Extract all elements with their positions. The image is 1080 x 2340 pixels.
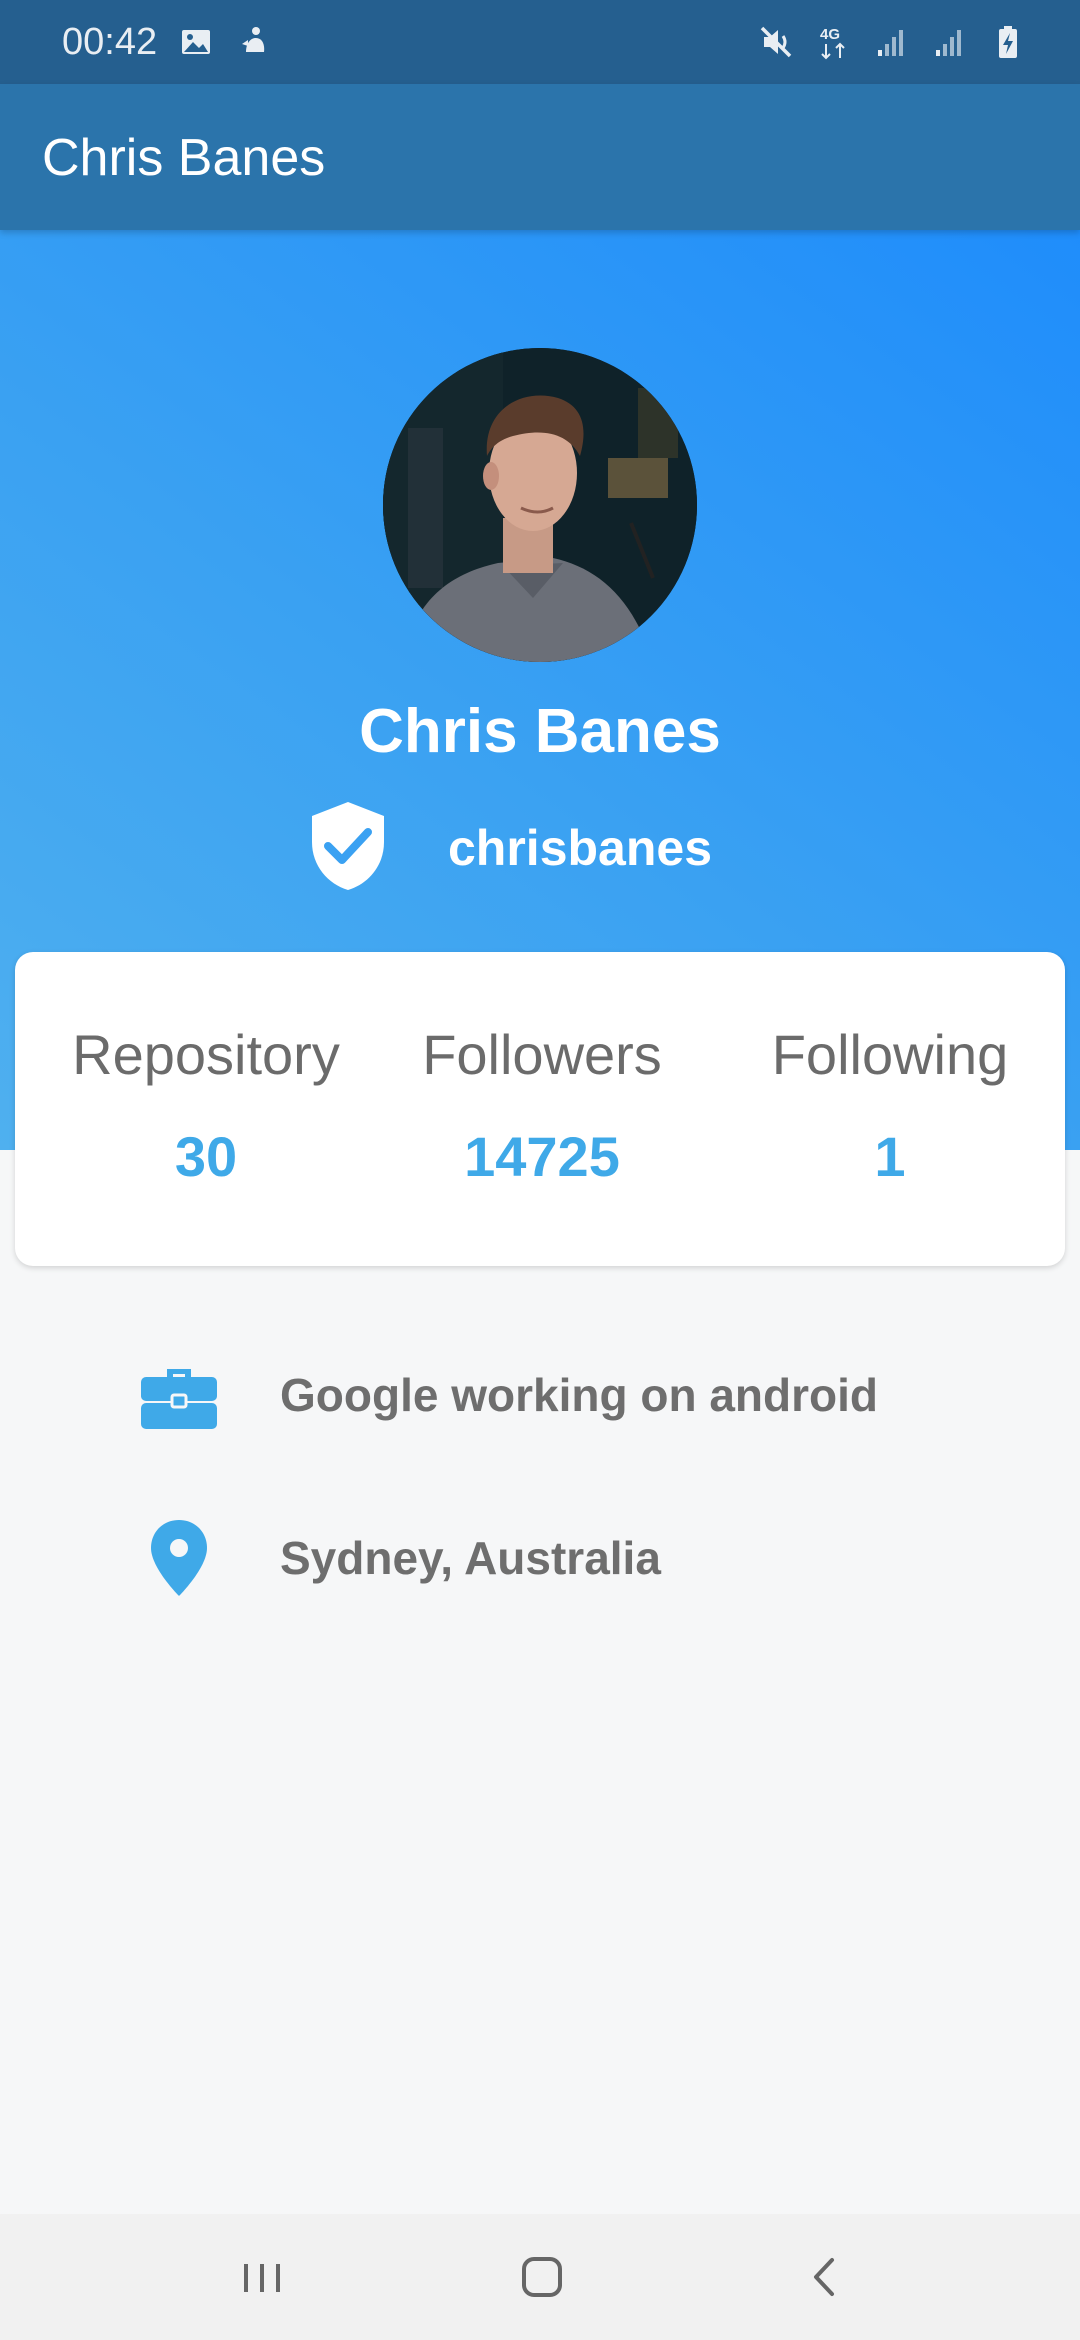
stat-followers[interactable]: Followers 14725 [377,1022,707,1190]
status-bar: 00:42 4G [0,0,1080,84]
location-row: Sydney, Australia [0,1508,1080,1608]
mute-icon [760,26,792,58]
avatar-image [383,348,697,662]
gallery-icon [182,30,210,54]
recent-apps-button[interactable] [222,2240,302,2314]
signal-icon [878,30,903,56]
briefcase-icon [139,1355,219,1435]
back-icon [814,2258,834,2296]
stat-value: 30 [174,1125,238,1188]
recent-apps-icon [244,2264,280,2292]
stat-value: 14725 [464,1125,620,1188]
app-bar-title: Chris Banes [42,129,326,187]
status-left-icons [176,22,274,62]
profile-screen: 00:42 4G Chris Banes Chris Banes chrisba… [0,0,1080,2340]
location-text: Sydney, Australia [280,1532,661,1584]
system-nav-bar [0,2214,1080,2340]
stat-label: Followers [422,1023,662,1086]
stat-repository[interactable]: Repository 30 [41,1022,371,1190]
signal-icon [936,30,961,56]
notification-icon [242,27,265,52]
stat-label: Repository [72,1023,340,1086]
stat-value: 1 [874,1125,906,1188]
stat-following[interactable]: Following 1 [725,1022,1055,1190]
home-button[interactable] [502,2240,582,2314]
company-row: Google working on android [0,1345,1080,1445]
status-right-icons: 4G [756,22,1028,62]
4g-data-icon: 4G [820,26,845,60]
avatar[interactable] [383,348,697,662]
shield-check-icon [308,800,388,892]
handle-row: chrisbanes [300,800,820,896]
app-bar: Chris Banes [0,84,1080,230]
stats-card: Repository 30 Followers 14725 Following … [15,952,1065,1266]
home-icon [522,2257,562,2297]
profile-handle: chrisbanes [448,820,713,876]
battery-charging-icon [999,26,1017,58]
back-button[interactable] [784,2240,864,2314]
profile-name: Chris Banes [359,697,721,766]
status-time: 00:42 [62,21,158,63]
company-text: Google working on android [280,1369,878,1421]
location-pin-icon [139,1518,219,1598]
network-label: 4G [820,26,840,43]
stat-label: Following [771,1023,1009,1086]
